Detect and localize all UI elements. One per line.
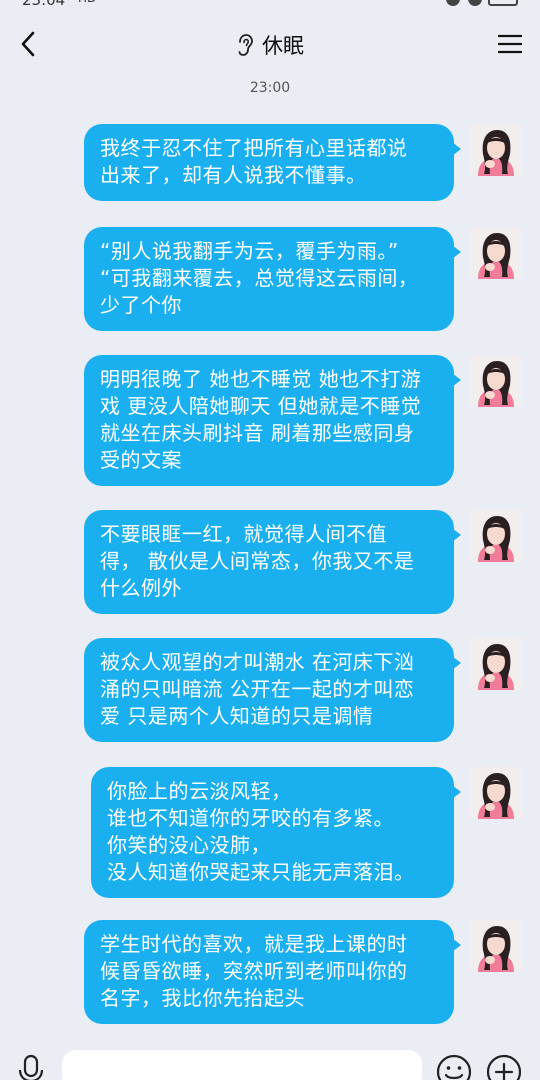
- avatar[interactable]: [470, 638, 522, 690]
- avatar[interactable]: [470, 124, 522, 176]
- message-bubble[interactable]: 不要眼眶一红，就觉得人间不值得， 散伙是人间常态，你我又不是 什么例外: [84, 510, 461, 614]
- status-icons: [418, 0, 518, 8]
- message-text-line: 候昏昏欲睡，突然听到老师叫你的: [100, 959, 408, 983]
- message-timestamp: 23:00: [249, 80, 291, 96]
- chat-title-group: 休眠: [0, 28, 540, 62]
- message-text-line: “可我翻来覆去，总觉得这云雨间，: [100, 266, 419, 290]
- chat-header: 休眠: [0, 16, 540, 74]
- plus-circle-icon: [486, 1054, 522, 1080]
- message-text-line: 受的文案: [100, 448, 182, 472]
- menu-icon: [498, 34, 522, 54]
- message-bubble[interactable]: 明明很晚了 她也不睡觉 她也不打游戏 更没人陪她聊天 但她就是不睡觉 就坐在床头刷…: [84, 355, 461, 486]
- microphone-icon: [18, 1054, 44, 1080]
- message-text-line: 爱 只是两个人知道的只是调情: [100, 704, 374, 728]
- message-text-line: 明明很晚了 她也不睡觉 她也不打游: [100, 367, 422, 391]
- avatar[interactable]: [470, 510, 522, 562]
- message-text-line: 戏 更没人陪她聊天 但她就是不睡觉: [100, 394, 422, 418]
- message-bubble[interactable]: “别人说我翻手为云，覆手为雨。” “可我翻来覆去，总觉得这云雨间， 少了个你: [84, 227, 461, 331]
- message-text-line: “别人说我翻手为云，覆手为雨。”: [100, 239, 399, 263]
- message-text-line: 少了个你: [100, 293, 182, 317]
- avatar[interactable]: [470, 767, 522, 819]
- battery-icon: [488, 0, 518, 6]
- avatar[interactable]: [470, 920, 522, 972]
- message-text-line: 你笑的没心没肺，: [107, 833, 271, 857]
- chat-title: 休眠: [262, 34, 304, 58]
- message-text-line: 名字，我比你先抬起头: [100, 986, 305, 1010]
- input-bar: [0, 1044, 540, 1080]
- avatar[interactable]: [470, 227, 522, 279]
- message-bubble[interactable]: 学生时代的喜欢，就是我上课的时 候昏昏欲睡，突然听到老师叫你的 名字，我比你先抬起头: [84, 920, 461, 1024]
- message-text-line: 你脸上的云淡风轻，: [107, 779, 292, 803]
- message-text-line: 得， 散伙是人间常态，你我又不是: [100, 549, 415, 573]
- menu-button[interactable]: [494, 26, 526, 62]
- more-button[interactable]: [486, 1054, 522, 1080]
- message-text-line: 被众人观望的才叫潮水 在河床下汹: [100, 650, 415, 674]
- status-bar: 23:04 HD: [0, 0, 540, 12]
- alarm-icon: [468, 0, 482, 6]
- smiley-icon: [436, 1054, 472, 1080]
- message-input[interactable]: [62, 1050, 422, 1080]
- message-bubble[interactable]: 你脸上的云淡风轻， 谁也不知道你的牙咬的有多紧。 你笑的没心没肺， 没人知道你哭起来只…: [91, 767, 461, 898]
- message-text-line: 出来了，却有人说我不懂事。: [100, 163, 367, 187]
- message-text-line: 我终于忍不住了把所有心里话都说: [100, 136, 408, 160]
- avatar[interactable]: [470, 355, 522, 407]
- message-bubble[interactable]: 我终于忍不住了把所有心里话都说 出来了，却有人说我不懂事。: [84, 124, 461, 201]
- message-text-line: 谁也不知道你的牙咬的有多紧。: [107, 806, 394, 830]
- message-bubble[interactable]: 被众人观望的才叫潮水 在河床下汹 涌的只叫暗流 公开在一起的才叫恋爱 只是两个人知…: [84, 638, 461, 742]
- message-text-line: 没人知道你哭起来只能无声落泪。: [107, 860, 415, 884]
- message-text-line: 涌的只叫暗流 公开在一起的才叫恋: [100, 677, 415, 701]
- message-text-line: 就坐在床头刷抖音 刷着那些感同身: [100, 421, 415, 445]
- voice-button[interactable]: [14, 1054, 48, 1080]
- emoji-button[interactable]: [436, 1054, 472, 1080]
- ear-icon: [238, 34, 253, 56]
- message-text-line: 学生时代的喜欢，就是我上课的时: [100, 932, 408, 956]
- message-text-line: 什么例外: [100, 576, 182, 600]
- status-time: 23:04: [22, 0, 66, 9]
- network-indicator: HD: [78, 0, 96, 5]
- message-text-line: 不要眼眶一红，就觉得人间不值: [100, 522, 387, 546]
- notification-icon: [446, 0, 460, 6]
